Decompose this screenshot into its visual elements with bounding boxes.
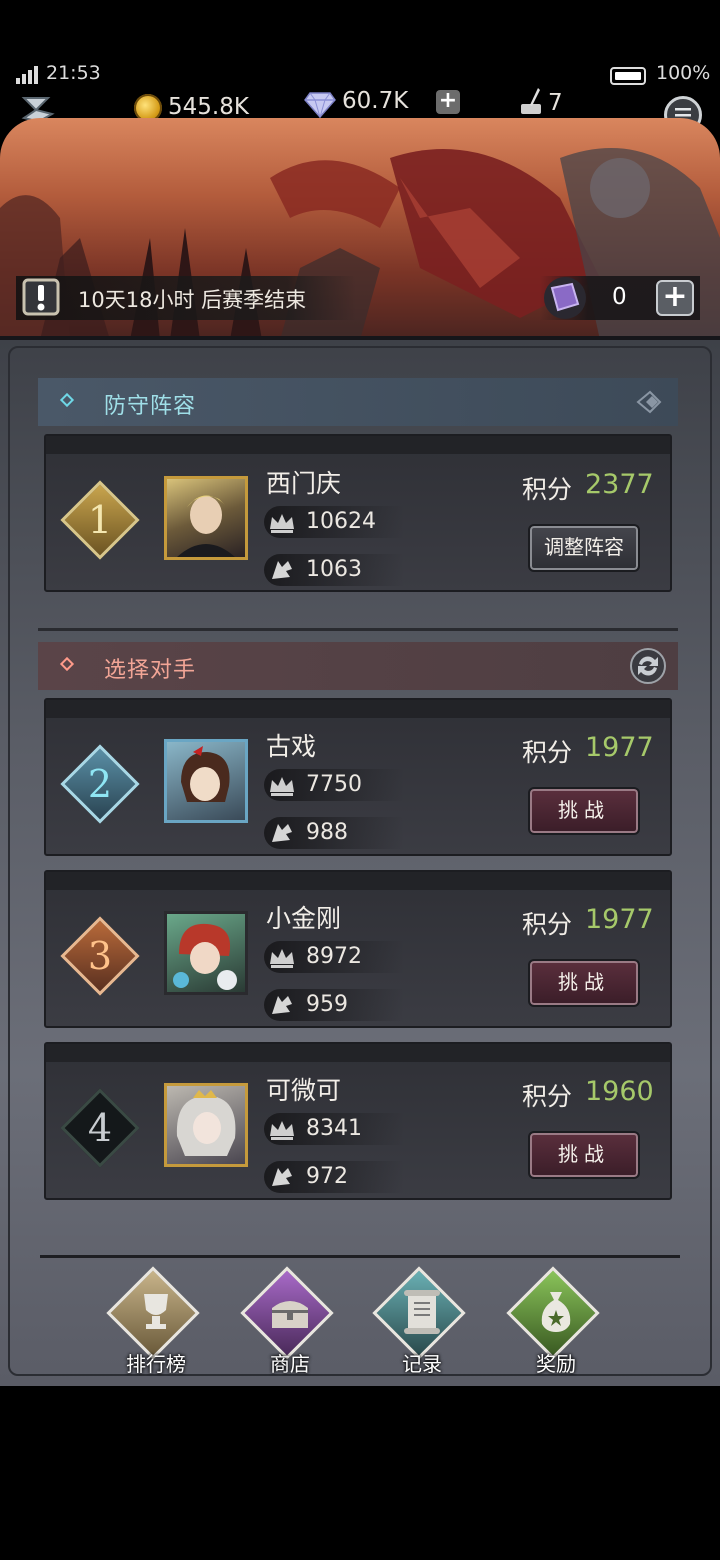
opponent-name: 小金刚	[266, 904, 342, 933]
ticket-count: 0	[612, 284, 627, 310]
wing-icon	[272, 561, 292, 579]
score-label: 积分	[522, 475, 573, 504]
ink-count: 7	[548, 90, 563, 116]
rank-number: 2	[87, 762, 113, 806]
refresh-icon[interactable]	[628, 646, 668, 686]
battery-icon	[610, 67, 646, 85]
wing-value: 972	[306, 1164, 348, 1189]
wing-icon	[272, 824, 292, 842]
power-stat: 8972	[264, 941, 404, 973]
score-label: 积分	[522, 1082, 573, 1111]
score-value: 1977	[585, 904, 654, 935]
diamond-bullet-icon	[59, 656, 75, 672]
player-name: 西门庆	[266, 469, 342, 498]
trophy-icon	[144, 1294, 168, 1329]
crown-icon	[270, 949, 294, 968]
opponent-name: 古戏	[266, 732, 317, 761]
rank-badge-1: 1	[60, 480, 140, 560]
season-countdown: 10天18小时 后赛季结束	[78, 288, 307, 312]
diamond-bullet-icon	[59, 392, 75, 408]
rank-number: 1	[87, 498, 113, 542]
warning-icon	[22, 278, 60, 316]
wing-value: 1063	[306, 557, 362, 582]
rank-badge-2: 2	[60, 744, 140, 824]
score-label: 积分	[522, 910, 573, 939]
rank-number: 3	[87, 934, 113, 978]
wing-stat: 1063	[264, 554, 404, 586]
select-opponent-title: 选择对手	[104, 658, 197, 683]
challenge-button[interactable]: 挑战	[528, 787, 640, 835]
defense-lineup-header: 防守阵容	[38, 378, 678, 426]
money-bag-icon	[541, 1292, 571, 1332]
nav-rewards[interactable]: 奖励	[506, 1266, 606, 1376]
power-stat: 8341	[264, 1113, 404, 1145]
adjust-lineup-button[interactable]: 调整阵容	[528, 524, 640, 572]
score-value: 2377	[585, 469, 654, 500]
battery-percent: 100%	[656, 62, 711, 84]
opponent-name: 可微可	[266, 1076, 342, 1105]
challenge-button[interactable]: 挑战	[528, 959, 640, 1007]
crown-icon	[270, 777, 294, 796]
avatar-ximenqing[interactable]	[164, 476, 248, 560]
power-stat: 10624	[264, 506, 404, 538]
power-value: 8972	[306, 944, 362, 969]
status-time: 21:53	[46, 62, 101, 84]
score-value: 1960	[585, 1076, 654, 1107]
power-stat: 7750	[264, 769, 404, 801]
rank-badge-4: 4	[60, 1088, 140, 1168]
nav-label: 排行榜	[126, 1352, 186, 1376]
power-value: 7750	[306, 772, 362, 797]
diamond-icon	[304, 92, 336, 119]
nav-label: 商店	[270, 1352, 310, 1376]
section-divider	[38, 628, 678, 631]
character-portrait	[181, 746, 230, 802]
coin-amount: 545.8K	[168, 94, 249, 120]
add-ticket-button[interactable]: +	[656, 280, 694, 316]
select-opponent-header: 选择对手	[38, 642, 678, 690]
wing-stat: 959	[264, 989, 404, 1021]
wing-stat: 988	[264, 817, 404, 849]
crown-icon	[270, 514, 294, 533]
avatar-keweike[interactable]	[164, 1083, 248, 1167]
wing-icon	[272, 1168, 292, 1186]
challenge-button[interactable]: 挑战	[528, 1131, 640, 1179]
wing-icon	[272, 996, 292, 1014]
arrow-icon	[636, 390, 662, 414]
character-portrait	[173, 923, 237, 990]
score-value: 1977	[585, 732, 654, 763]
character-portrait	[176, 1090, 236, 1156]
quill-ink-icon	[521, 88, 541, 114]
power-value: 10624	[306, 509, 376, 534]
crown-icon	[270, 1121, 294, 1140]
gem-amount: 60.7K	[342, 88, 409, 114]
rank-number: 4	[87, 1106, 113, 1150]
wing-value: 988	[306, 820, 348, 845]
nav-label: 奖励	[536, 1352, 576, 1376]
nav-divider	[40, 1255, 680, 1258]
nav-leaderboard[interactable]: 排行榜	[106, 1266, 206, 1376]
character-portrait	[177, 495, 235, 557]
wing-value: 959	[306, 992, 348, 1017]
scroll-icon	[404, 1290, 440, 1334]
nav-shop[interactable]: 商店	[240, 1266, 340, 1376]
score-label: 积分	[522, 738, 573, 767]
power-value: 8341	[306, 1116, 362, 1141]
avatar-xiaojingang[interactable]	[164, 911, 248, 995]
rank-badge-3: 3	[60, 916, 140, 996]
purple-scroll-icon	[544, 277, 586, 319]
add-gems-button[interactable]: +	[436, 90, 460, 114]
chest-icon	[272, 1301, 308, 1328]
defense-lineup-title: 防守阵容	[104, 394, 197, 419]
signal-icon	[16, 66, 38, 84]
wing-stat: 972	[264, 1161, 404, 1193]
nav-label: 记录	[402, 1352, 442, 1376]
nav-records[interactable]: 记录	[372, 1266, 472, 1376]
avatar-guxi[interactable]	[164, 739, 248, 823]
